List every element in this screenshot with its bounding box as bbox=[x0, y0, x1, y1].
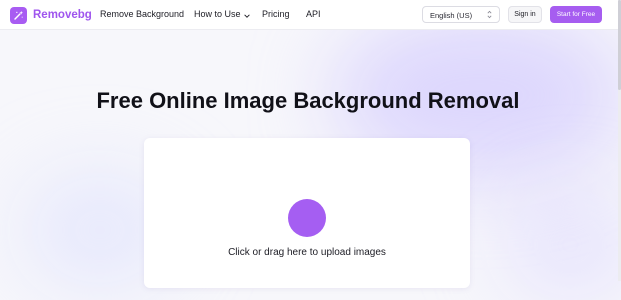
nav-how-to-use-label: How to Use bbox=[194, 9, 241, 19]
language-select-value: English (US) bbox=[430, 10, 473, 20]
upload-prompt: Click or drag here to upload images bbox=[228, 247, 386, 258]
nav-api[interactable]: API bbox=[306, 9, 321, 19]
magic-wand-icon bbox=[10, 6, 27, 24]
nav-remove-background[interactable]: Remove Background bbox=[100, 9, 184, 19]
brand-logo-link[interactable]: Removebg bbox=[10, 5, 92, 25]
upload-button[interactable] bbox=[288, 199, 326, 237]
chevron-updown-icon bbox=[487, 10, 492, 21]
nav-how-to-use[interactable]: How to Use bbox=[194, 9, 250, 20]
nav-pricing[interactable]: Pricing bbox=[262, 9, 290, 19]
background-glow bbox=[500, 190, 621, 300]
top-navbar: Removebg Remove Background How to Use Pr… bbox=[0, 0, 621, 30]
sign-in-button[interactable]: Sign in bbox=[508, 6, 542, 23]
page-title: Free Online Image Background Removal bbox=[96, 88, 520, 113]
brand-name: Removebg bbox=[33, 9, 92, 21]
language-select[interactable]: English (US) bbox=[422, 6, 500, 23]
chevron-down-icon bbox=[243, 10, 250, 20]
start-for-free-button[interactable]: Start for Free bbox=[550, 6, 602, 23]
upload-dropzone[interactable]: Click or drag here to upload images bbox=[144, 138, 470, 288]
